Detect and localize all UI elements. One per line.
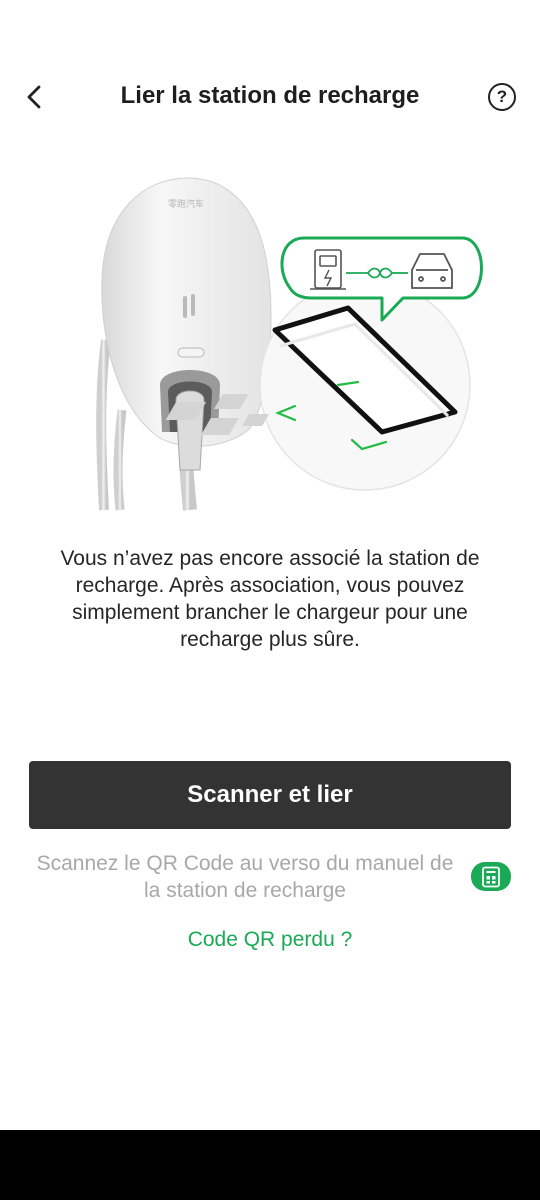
binding-description: Vous n’avez pas encore associé la statio… (60, 547, 480, 651)
charging-station-illustration: 零跑汽车 (96, 177, 483, 511)
system-navigation-bar (0, 1130, 540, 1200)
lost-qr-code-link[interactable]: Code QR perdu ? (0, 928, 540, 952)
header-bar: Lier la station de recharge ? (0, 68, 540, 128)
scan-hint-text: Scannez le QR Code au verso du manuel de… (36, 852, 454, 902)
question-circle-icon: ? (496, 87, 508, 106)
charger-brand-text: 零跑汽车 (168, 198, 204, 209)
charger-cable (96, 339, 111, 511)
charger-light-bar (177, 347, 205, 358)
page-title: Lier la station de recharge (120, 82, 420, 109)
help-button[interactable]: ? (488, 83, 516, 111)
manual-qr-icon (482, 866, 500, 887)
scan-and-bind-button[interactable]: Scanner et lier (29, 761, 511, 829)
manual-button[interactable] (471, 862, 511, 891)
